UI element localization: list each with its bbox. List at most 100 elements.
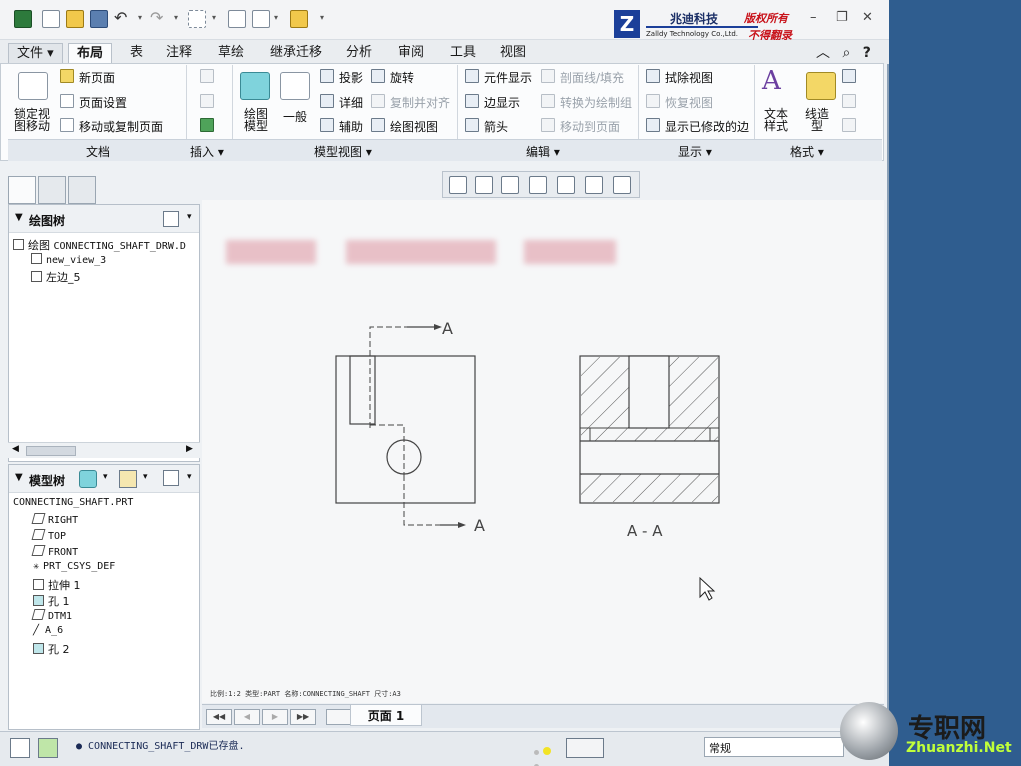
section-view[interactable]: A - A: [579, 355, 720, 540]
component-display-icon[interactable]: [465, 69, 479, 83]
general-view-icon[interactable]: [280, 72, 310, 100]
refit-icon[interactable]: [449, 176, 467, 194]
page-setup-icon[interactable]: [60, 94, 74, 108]
undo-icon[interactable]: ↶: [114, 8, 127, 27]
tab-layout[interactable]: 布局: [68, 43, 113, 64]
scroll-right-icon[interactable]: ▶: [186, 444, 193, 454]
tree-settings-dropdown-icon[interactable]: ▾: [187, 472, 192, 482]
detail-view-button[interactable]: 详细: [339, 94, 363, 111]
collapse-ribbon-icon[interactable]: ︿: [816, 45, 830, 61]
tab-annotate[interactable]: 注释: [158, 43, 200, 64]
restore-view-icon[interactable]: [646, 94, 660, 108]
tree-item-csys[interactable]: ✳ PRT_CSYS_DEF: [33, 561, 115, 572]
search-icon[interactable]: ⌕: [842, 45, 850, 61]
save-icon[interactable]: [90, 10, 108, 28]
tab-favorites[interactable]: [68, 176, 96, 204]
detail-view-icon[interactable]: [320, 94, 334, 108]
next-page-button[interactable]: ▶: [262, 709, 288, 725]
format-settings-icon[interactable]: [842, 69, 856, 83]
new-page-icon[interactable]: [60, 69, 74, 83]
repaint-icon[interactable]: [529, 176, 547, 194]
edge-display-button[interactable]: 边显示: [484, 94, 520, 111]
annotation-display-icon[interactable]: [585, 176, 603, 194]
toggle-navigator-icon[interactable]: [10, 738, 30, 758]
tab-file[interactable]: 文件 ▾: [8, 43, 63, 64]
page-setup-button[interactable]: 页面设置: [79, 94, 127, 111]
projection-icon[interactable]: [320, 69, 334, 83]
tree-item-hole[interactable]: 孔 2: [33, 641, 70, 657]
collapse-triangle-icon[interactable]: ▼: [15, 212, 23, 223]
display-style-icon[interactable]: [557, 176, 575, 194]
show-modified-edges-icon[interactable]: [646, 118, 660, 132]
tree-item-hole[interactable]: 孔 1: [33, 593, 70, 609]
tree-item-extrude[interactable]: 拉伸 1: [33, 577, 81, 593]
last-page-button[interactable]: ▶▶: [290, 709, 316, 725]
arrow-button[interactable]: 箭头: [484, 118, 508, 135]
group-insert[interactable]: 插入 ▾: [190, 143, 224, 160]
find-icon[interactable]: [566, 738, 604, 758]
lock-view-icon[interactable]: [18, 72, 48, 100]
arrow-icon[interactable]: [465, 118, 479, 132]
auxiliary-view-icon[interactable]: [320, 118, 334, 132]
convert-group-button[interactable]: 转换为绘制组: [560, 94, 632, 111]
tree-item-drawing-root[interactable]: 绘图 CONNECTING_SHAFT_DRW.D: [13, 237, 186, 253]
tab-review[interactable]: 审阅: [390, 43, 432, 64]
drawing-view-button[interactable]: 绘图视图: [390, 118, 438, 135]
model-icon[interactable]: [79, 470, 97, 488]
component-display-button[interactable]: 元件显示: [484, 69, 532, 86]
tree-item-datum[interactable]: DTM1: [31, 609, 72, 622]
redo-dropdown-icon[interactable]: ▾: [174, 13, 178, 22]
zoom-out-icon[interactable]: [501, 176, 519, 194]
move-to-page-icon[interactable]: [541, 118, 555, 132]
tree-item-axis[interactable]: ╱ A_6: [33, 625, 63, 636]
format-hatch-icon[interactable]: [842, 94, 856, 108]
tree-item-left[interactable]: 左边_5: [31, 269, 81, 285]
tab-tools[interactable]: 工具: [442, 43, 484, 64]
line-style-button[interactable]: 线造 型: [805, 108, 829, 132]
insert-note-icon[interactable]: [200, 94, 214, 108]
scroll-left-icon[interactable]: ◀: [12, 444, 19, 454]
toggle-browser-icon[interactable]: [38, 738, 58, 758]
open-folder-icon[interactable]: [66, 10, 84, 28]
zoom-in-icon[interactable]: [475, 176, 493, 194]
collapse-triangle-icon[interactable]: ▼: [15, 472, 23, 483]
first-page-button[interactable]: ◀◀: [206, 709, 232, 725]
tab-table[interactable]: 表: [122, 43, 151, 64]
front-view[interactable]: A A: [335, 319, 485, 535]
new-file-icon[interactable]: [42, 10, 60, 28]
model-dropdown-icon[interactable]: ▾: [103, 472, 108, 482]
auxiliary-view-button[interactable]: 辅助: [339, 118, 363, 135]
scroll-thumb[interactable]: [26, 446, 76, 456]
rotate-icon[interactable]: [371, 69, 385, 83]
copy-align-icon[interactable]: [371, 94, 385, 108]
minimize-button[interactable]: –: [810, 10, 817, 25]
app-icon[interactable]: [14, 10, 32, 28]
select-dropdown-icon[interactable]: ▾: [212, 13, 216, 22]
tools-icon[interactable]: [119, 470, 137, 488]
redo-icon[interactable]: ↷: [150, 8, 163, 27]
text-style-icon[interactable]: A: [762, 66, 781, 96]
tab-legacy[interactable]: 继承迁移: [262, 43, 330, 64]
convert-group-icon[interactable]: [541, 94, 555, 108]
rotate-button[interactable]: 旋转: [390, 69, 414, 86]
tree-settings-icon[interactable]: [163, 470, 179, 486]
tab-folder-browser[interactable]: [38, 176, 66, 204]
select-box-icon[interactable]: [188, 10, 206, 28]
drawing-model-icon[interactable]: [240, 72, 270, 100]
tree-settings-dropdown-icon[interactable]: ▾: [187, 212, 192, 222]
tree-item-datum[interactable]: TOP: [31, 529, 66, 542]
move-copy-page-button[interactable]: 移动或复制页面: [79, 118, 163, 135]
prev-page-button[interactable]: ◀: [234, 709, 260, 725]
general-view-button[interactable]: 一般: [283, 108, 307, 125]
tab-analysis[interactable]: 分析: [338, 43, 380, 64]
insert-image-icon[interactable]: [200, 118, 214, 132]
edge-display-icon[interactable]: [465, 94, 479, 108]
erase-view-icon[interactable]: [646, 69, 660, 83]
lock-view-button[interactable]: 锁定视 图移动: [14, 108, 50, 132]
section-fill-icon[interactable]: [541, 69, 555, 83]
tree-item-datum[interactable]: FRONT: [31, 545, 78, 558]
new-page-button[interactable]: 新页面: [79, 69, 115, 86]
new-page-icon[interactable]: [326, 709, 352, 725]
regenerate-icon[interactable]: [228, 10, 246, 28]
group-format[interactable]: 格式 ▾: [790, 143, 824, 160]
